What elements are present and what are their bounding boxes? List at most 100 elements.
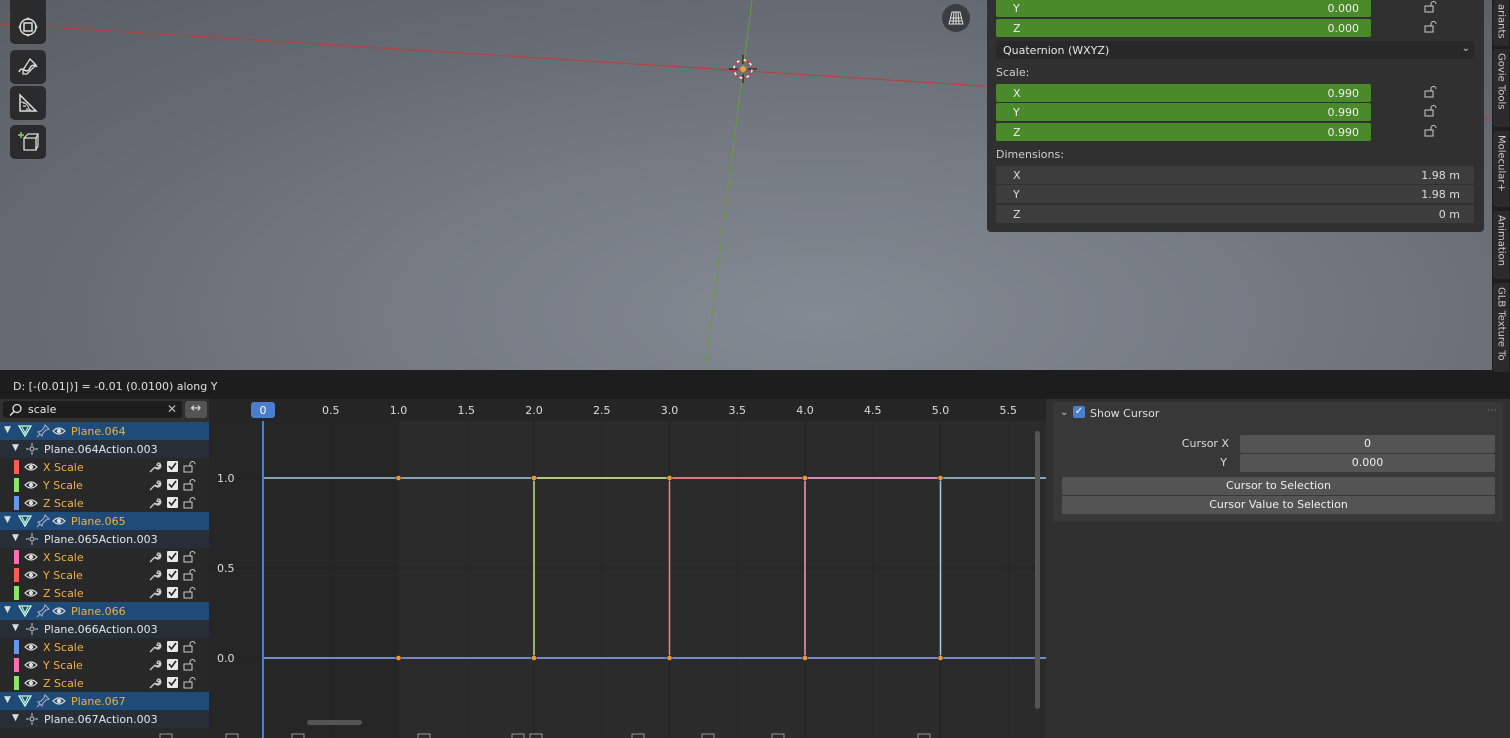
lock-icon[interactable] — [1424, 105, 1437, 117]
enable-checkbox[interactable] — [166, 586, 180, 600]
visibility-eye-icon[interactable] — [24, 676, 38, 690]
measure-tool-button[interactable] — [10, 86, 46, 120]
modifier-wrench-icon[interactable] — [148, 658, 162, 672]
perspective-toggle-button[interactable] — [942, 4, 970, 32]
visibility-eye-icon[interactable] — [52, 694, 66, 708]
visibility-eye-icon[interactable] — [24, 550, 38, 564]
action-icon[interactable] — [25, 442, 39, 456]
mesh-object-icon[interactable] — [18, 514, 32, 528]
enable-checkbox[interactable] — [166, 640, 180, 654]
action-icon[interactable] — [25, 622, 39, 636]
expand-triangle-icon[interactable]: ▼ — [4, 425, 11, 435]
mesh-object-icon[interactable] — [18, 424, 32, 438]
fcurve-channel[interactable]: Z Scale — [0, 494, 209, 512]
visibility-eye-icon[interactable] — [24, 586, 38, 600]
lock-icon[interactable] — [1424, 1, 1437, 13]
lock-icon[interactable] — [183, 496, 197, 510]
modifier-wrench-icon[interactable] — [148, 460, 162, 474]
visibility-eye-icon[interactable] — [24, 496, 38, 510]
tab-govie-tools[interactable]: Govie Tools — [1493, 49, 1509, 127]
lock-icon[interactable] — [183, 568, 197, 582]
fcurve-channel[interactable]: Y Scale — [0, 476, 209, 494]
pin-icon[interactable] — [36, 694, 50, 708]
enable-checkbox[interactable] — [166, 676, 180, 690]
action-icon[interactable] — [25, 532, 39, 546]
clear-search-icon[interactable]: ✕ — [167, 402, 177, 416]
annotate-tool-button[interactable] — [10, 50, 46, 84]
collapse-chevron-icon[interactable]: ⌄ — [1060, 407, 1068, 418]
visibility-eye-icon[interactable] — [52, 424, 66, 438]
modifier-wrench-icon[interactable] — [148, 550, 162, 564]
cursor-value-to-selection-button[interactable]: Cursor Value to Selection — [1062, 496, 1495, 514]
fcurve-channel[interactable]: X Scale — [0, 548, 209, 566]
lock-icon[interactable] — [1424, 125, 1437, 137]
tab-animation[interactable]: Animation — [1493, 211, 1509, 279]
fcurve-channel[interactable]: X Scale — [0, 638, 209, 656]
expand-triangle-icon[interactable]: ▼ — [4, 515, 11, 525]
modifier-wrench-icon[interactable] — [148, 676, 162, 690]
enable-checkbox[interactable] — [166, 460, 180, 474]
object-channel[interactable]: ▼ Plane.067 — [0, 692, 209, 710]
drag-handle-icon[interactable]: ⋯ — [1487, 405, 1497, 416]
fcurve-channel[interactable]: Y Scale — [0, 566, 209, 584]
modifier-wrench-icon[interactable] — [148, 586, 162, 600]
enable-checkbox[interactable] — [166, 568, 180, 582]
rotation-mode-select[interactable]: Quaternion (WXYZ) ⌄ — [996, 41, 1474, 59]
cursor-x-field[interactable]: 0 — [1240, 435, 1495, 453]
show-cursor-checkbox[interactable]: ✓ — [1073, 406, 1085, 418]
lock-icon[interactable] — [1424, 86, 1437, 98]
fcurve-graph[interactable]: 1.0 0.5 0.0 — [209, 421, 1046, 738]
mesh-object-icon[interactable] — [18, 694, 32, 708]
add-cube-tool-button[interactable] — [10, 125, 46, 159]
tab-molecular[interactable]: Molecular+ — [1493, 131, 1509, 207]
mesh-object-icon[interactable] — [18, 604, 32, 618]
visibility-eye-icon[interactable] — [24, 568, 38, 582]
modifier-wrench-icon[interactable] — [148, 496, 162, 510]
dimension-x-field[interactable]: X 1.98 m — [996, 166, 1474, 184]
lock-icon[interactable] — [183, 658, 197, 672]
pin-icon[interactable] — [36, 514, 50, 528]
tab-variants[interactable]: ariants — [1493, 0, 1509, 46]
cursor-to-selection-button[interactable]: Cursor to Selection — [1062, 477, 1495, 495]
action-channel[interactable]: ▼ Plane.067Action.003 — [0, 710, 209, 728]
scale-x-field[interactable]: X 0.990 — [996, 84, 1371, 102]
lock-icon[interactable] — [183, 550, 197, 564]
modifier-wrench-icon[interactable] — [148, 640, 162, 654]
lock-icon[interactable] — [183, 586, 197, 600]
swap-view-button[interactable]: ↔ — [185, 401, 207, 418]
action-channel[interactable]: ▼ Plane.066Action.003 — [0, 620, 209, 638]
lock-icon[interactable] — [1424, 21, 1437, 33]
scale-y-field[interactable]: Y 0.990 — [996, 103, 1371, 121]
modifier-wrench-icon[interactable] — [148, 568, 162, 582]
modifier-wrench-icon[interactable] — [148, 478, 162, 492]
expand-triangle-icon[interactable]: ▼ — [12, 533, 19, 543]
rotation-y-field[interactable]: Y 0.000 — [996, 0, 1371, 17]
rotation-z-field[interactable]: Z 0.000 — [996, 19, 1371, 37]
enable-checkbox[interactable] — [166, 496, 180, 510]
expand-triangle-icon[interactable]: ▼ — [4, 605, 11, 615]
lock-icon[interactable] — [183, 640, 197, 654]
expand-triangle-icon[interactable]: ▼ — [12, 443, 19, 453]
lock-icon[interactable] — [183, 460, 197, 474]
fcurve-channel[interactable]: Y Scale — [0, 656, 209, 674]
fcurve-channel[interactable]: Z Scale — [0, 584, 209, 602]
scale-z-field[interactable]: Z 0.990 — [996, 123, 1371, 141]
visibility-eye-icon[interactable] — [24, 640, 38, 654]
object-channel[interactable]: ▼ Plane.065 — [0, 512, 209, 530]
fcurve-channel[interactable]: X Scale — [0, 458, 209, 476]
visibility-eye-icon[interactable] — [52, 604, 66, 618]
enable-checkbox[interactable] — [166, 658, 180, 672]
3d-viewport[interactable]: Y 0.000 Z 0.000 Quaternion (WXYZ) ⌄ Scal… — [0, 0, 1492, 370]
expand-triangle-icon[interactable]: ▼ — [12, 713, 19, 723]
expand-triangle-icon[interactable]: ▼ — [12, 623, 19, 633]
action-channel[interactable]: ▼ Plane.064Action.003 — [0, 440, 209, 458]
pin-icon[interactable] — [36, 424, 50, 438]
action-icon[interactable] — [25, 712, 39, 726]
object-channel[interactable]: ▼ Plane.066 — [0, 602, 209, 620]
visibility-eye-icon[interactable] — [24, 658, 38, 672]
enable-checkbox[interactable] — [166, 478, 180, 492]
channel-search-input[interactable]: scale ✕ — [3, 401, 182, 418]
dimension-z-field[interactable]: Z 0 m — [996, 205, 1474, 223]
enable-checkbox[interactable] — [166, 550, 180, 564]
tab-glb-texture-tools[interactable]: GLB Texture To — [1493, 283, 1509, 372]
